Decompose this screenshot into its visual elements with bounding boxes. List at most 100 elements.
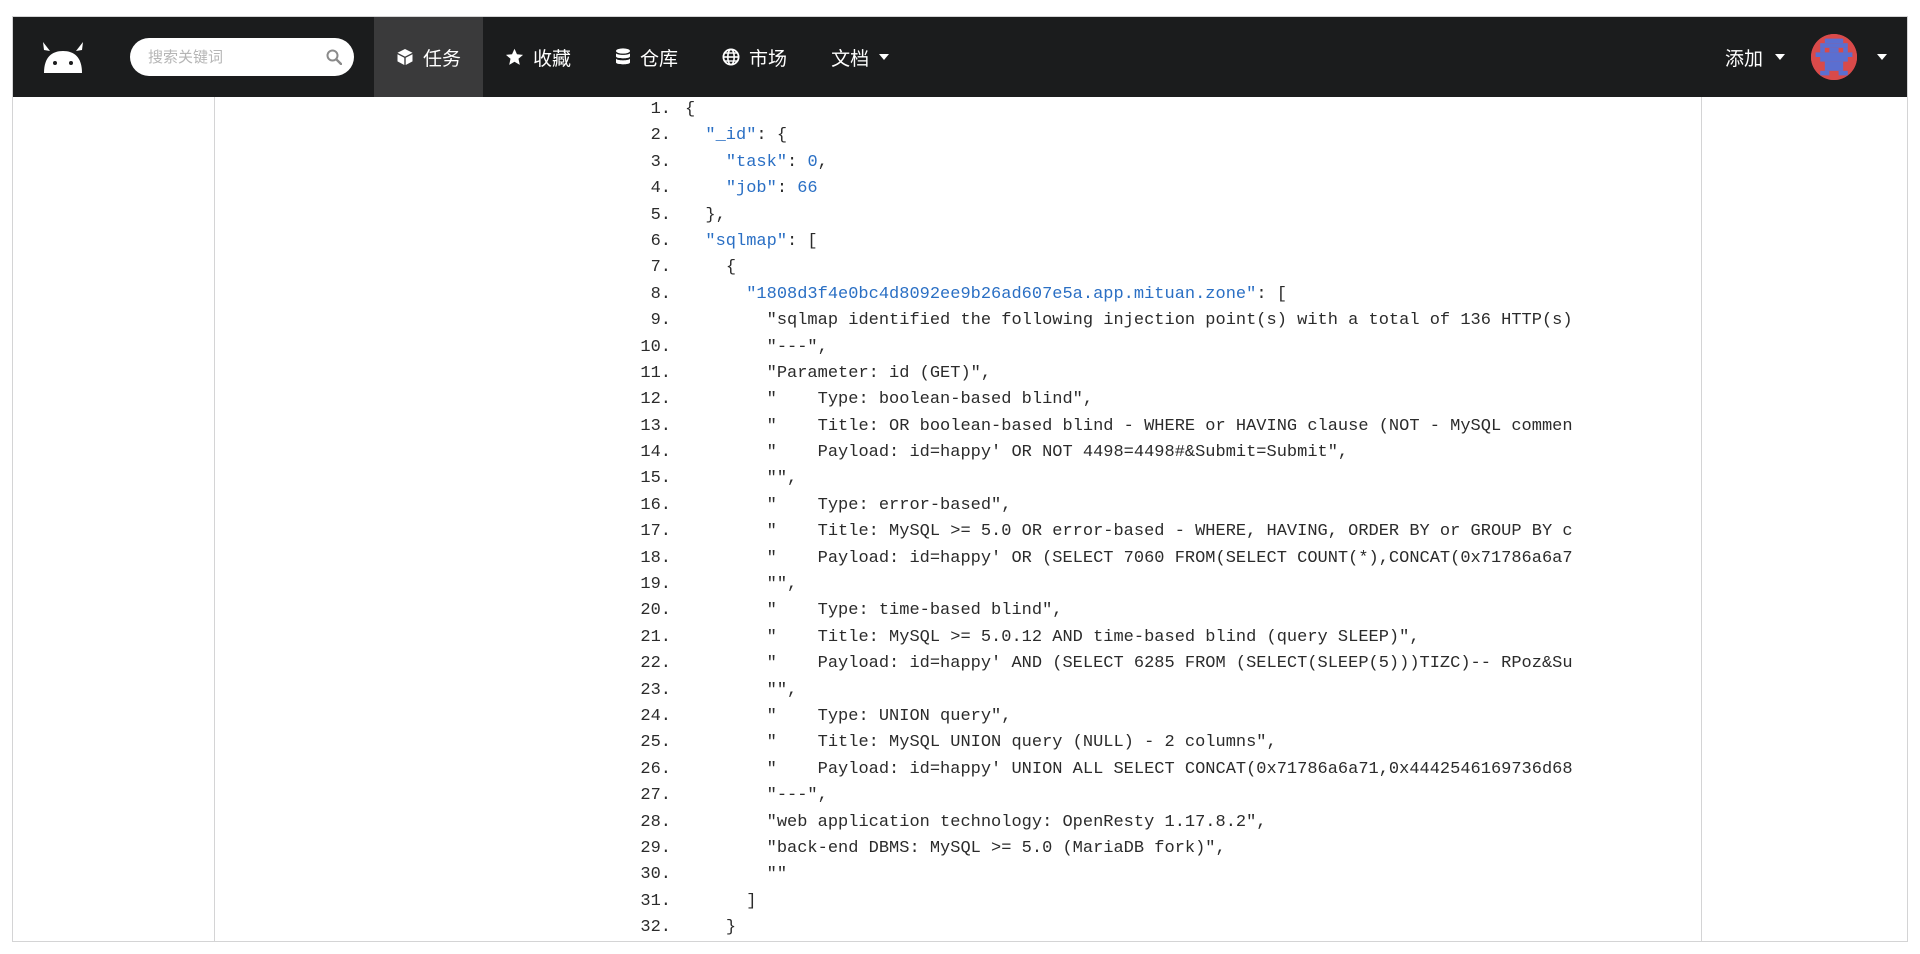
code-text: }, <box>685 203 725 229</box>
code-line: 16. " Type: error-based", <box>593 493 1659 519</box>
json-key: "1808d3f4e0bc4d8092ee9b26ad607e5a.app.mi… <box>746 284 1257 304</box>
code-text: "", <box>685 572 798 598</box>
line-number: 8. <box>650 284 671 304</box>
code-text: "---", <box>685 783 828 809</box>
json-token: "", <box>766 575 798 595</box>
search-box <box>130 38 354 76</box>
code-text: " Type: boolean-based blind", <box>685 387 1093 413</box>
line-number: 9. <box>650 311 671 331</box>
menu-item-docs[interactable]: 文档 <box>809 17 911 97</box>
json-token: "sqlmap identified the following injecti… <box>766 311 1573 331</box>
code-text: " Title: OR boolean-based blind - WHERE … <box>685 414 1573 440</box>
line-number: 24. <box>640 706 671 726</box>
json-token: "", <box>766 680 798 700</box>
code-text: " Type: UNION query", <box>685 704 1012 730</box>
menu-item-favorites[interactable]: 收藏 <box>483 17 593 97</box>
code-text: " Type: time-based blind", <box>685 598 1063 624</box>
json-token: " Type: time-based blind", <box>766 601 1063 621</box>
code-line: 12. " Type: boolean-based blind", <box>593 387 1659 413</box>
code-text: "web application technology: OpenResty 1… <box>685 810 1267 836</box>
app-logo[interactable] <box>13 17 113 97</box>
code-text: "task": 0, <box>685 150 828 176</box>
user-menu[interactable] <box>1803 17 1907 97</box>
code-text: "", <box>685 466 798 492</box>
code-line: 19. "", <box>593 572 1659 598</box>
code-line: 8. "1808d3f4e0bc4d8092ee9b26ad607e5a.app… <box>593 282 1659 308</box>
json-token: "Parameter: id (GET)", <box>766 363 992 383</box>
code-text: " Title: MySQL UNION query (NULL) - 2 co… <box>685 730 1277 756</box>
json-token: " Payload: id=happy' AND (SELECT 6285 FR… <box>766 654 1573 674</box>
line-number: 16. <box>640 495 671 515</box>
code-text: "", <box>685 678 798 704</box>
line-number: 5. <box>650 205 671 225</box>
json-token: , <box>817 152 828 172</box>
antenna-cat-logo-icon <box>43 42 83 73</box>
code-text: " Title: MySQL >= 5.0.12 AND time-based … <box>685 625 1420 651</box>
json-token: "back-end DBMS: MySQL >= 5.0 (MariaDB fo… <box>766 838 1226 858</box>
json-token: ] <box>746 891 757 911</box>
line-number: 30. <box>640 865 671 885</box>
search-icon[interactable] <box>326 49 343 70</box>
menu-item-tasks[interactable]: 任务 <box>374 17 484 97</box>
menu-item-repository[interactable]: 仓库 <box>593 17 700 97</box>
line-number: 2. <box>650 126 671 146</box>
line-number: 32. <box>640 918 671 938</box>
line-number: 4. <box>650 179 671 199</box>
json-token: : [ <box>787 231 818 251</box>
json-token: : [ <box>1256 284 1287 304</box>
code-line: 29. "back-end DBMS: MySQL >= 5.0 (MariaD… <box>593 836 1659 862</box>
code-text: } <box>685 915 736 941</box>
search-input[interactable] <box>146 47 320 67</box>
code-text: { <box>685 97 695 123</box>
avatar <box>1811 34 1857 80</box>
line-number: 7. <box>650 258 671 278</box>
chevron-down-icon <box>879 54 890 60</box>
line-number: 13. <box>640 416 671 436</box>
json-token: " Payload: id=happy' OR (SELECT 7060 FRO… <box>766 548 1573 568</box>
json-key: "_id" <box>705 126 757 146</box>
json-token: " Title: MySQL >= 5.0.12 AND time-based … <box>766 627 1420 647</box>
menu-item-market[interactable]: 市场 <box>700 17 809 97</box>
code-line: 32. } <box>593 915 1659 941</box>
code-line: 6. "sqlmap": [ <box>593 229 1659 255</box>
content-border-right <box>1701 97 1702 941</box>
code-text: " Payload: id=happy' OR NOT 4498=4498#&S… <box>685 440 1349 466</box>
add-label: 添加 <box>1724 48 1763 70</box>
json-token: " Type: boolean-based blind", <box>766 390 1094 410</box>
line-number: 29. <box>640 838 671 858</box>
add-dropdown-button[interactable]: 添加 <box>1707 17 1803 97</box>
line-number: 20. <box>640 601 671 621</box>
code-text: ] <box>685 889 756 915</box>
database-icon <box>615 48 631 66</box>
code-line: 1. { <box>593 97 1659 123</box>
line-number: 12. <box>640 390 671 410</box>
json-token: " Type: error-based", <box>766 495 1012 515</box>
chevron-down-icon <box>1877 54 1887 60</box>
code-line: 17. " Title: MySQL >= 5.0 OR error-based… <box>593 519 1659 545</box>
top-navbar: 任务 收藏 仓库 市场 文档 <box>13 17 1907 97</box>
menu-item-label: 文档 <box>831 48 870 70</box>
line-number: 26. <box>640 759 671 779</box>
line-number: 21. <box>640 627 671 647</box>
json-token: : <box>776 179 798 199</box>
json-number: 66 <box>797 179 818 199</box>
line-number: 27. <box>640 786 671 806</box>
